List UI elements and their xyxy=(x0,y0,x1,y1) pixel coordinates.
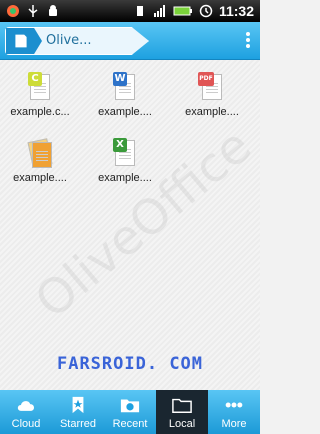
nav-more[interactable]: More xyxy=(208,390,260,434)
overflow-menu-icon[interactable] xyxy=(244,30,252,52)
vibrate-icon xyxy=(136,6,143,16)
file-name: example.... xyxy=(185,106,239,118)
file-name: example.... xyxy=(13,172,67,184)
breadcrumb-root[interactable] xyxy=(6,28,42,54)
starred-icon xyxy=(72,396,84,414)
top-bar: Olive... xyxy=(0,22,260,60)
battery-icon xyxy=(173,6,192,16)
file-grid: OliveOffice C example.c... W example....… xyxy=(0,60,262,390)
breadcrumb-label[interactable]: Olive... xyxy=(46,33,92,48)
nav-label: Cloud xyxy=(11,418,41,430)
signal-icon xyxy=(153,5,165,17)
word-file-icon: W xyxy=(111,72,139,102)
app-icon xyxy=(7,5,19,17)
file-item[interactable]: example.... xyxy=(0,138,80,184)
folder-icon xyxy=(172,398,192,413)
android-icon xyxy=(49,5,57,16)
nav-label: Recent xyxy=(112,418,148,430)
file-item[interactable]: C example.c... xyxy=(0,72,80,118)
excel-file-icon: X xyxy=(111,138,139,168)
nav-local[interactable]: Local xyxy=(156,390,208,434)
sd-card-icon xyxy=(15,34,27,48)
clock: 11:32 xyxy=(218,3,254,19)
pdf-file-icon: PDF xyxy=(198,72,226,102)
file-name: example.c... xyxy=(10,106,70,118)
nav-label: More xyxy=(221,418,247,430)
file-item[interactable]: W example.... xyxy=(85,72,165,118)
farsroid-watermark: FARSROID. COM xyxy=(56,354,204,374)
presentation-file-icon xyxy=(26,138,54,168)
nav-starred[interactable]: Starred xyxy=(52,390,104,434)
alarm-icon xyxy=(199,4,213,18)
nav-recent[interactable]: Recent xyxy=(104,390,156,434)
more-dots-icon xyxy=(225,402,243,408)
nav-label: Starred xyxy=(59,418,97,430)
recent-folder-icon xyxy=(120,399,140,413)
breadcrumb[interactable]: Olive... xyxy=(5,27,149,55)
c-file-icon: C xyxy=(26,72,54,102)
status-bar: 11:32 xyxy=(0,0,260,22)
nav-label: Local xyxy=(168,418,196,430)
cloud-icon xyxy=(17,401,35,411)
usb-icon xyxy=(28,5,38,17)
file-item[interactable]: X example.... xyxy=(85,138,165,184)
bottom-nav: Cloud Starred Recent Local More xyxy=(0,390,260,434)
nav-cloud[interactable]: Cloud xyxy=(0,390,52,434)
file-item[interactable]: PDF example.... xyxy=(172,72,252,118)
file-name: example.... xyxy=(98,106,152,118)
file-name: example.... xyxy=(98,172,152,184)
